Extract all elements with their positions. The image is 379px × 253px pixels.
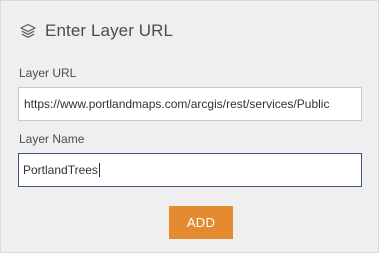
layers-icon bbox=[19, 22, 37, 40]
layer-name-label: Layer Name bbox=[19, 132, 85, 146]
add-layer-panel: Enter Layer URL Layer URL https://www.po… bbox=[0, 0, 379, 253]
add-button[interactable]: ADD bbox=[169, 206, 233, 239]
panel-title: Enter Layer URL bbox=[45, 21, 174, 40]
layer-url-input[interactable]: https://www.portlandmaps.com/arcgis/rest… bbox=[18, 87, 362, 121]
layer-url-label: Layer URL bbox=[19, 66, 77, 80]
layer-name-value: PortlandTrees bbox=[23, 163, 98, 177]
layer-name-input[interactable]: PortlandTrees bbox=[18, 153, 362, 187]
text-cursor bbox=[98, 163, 100, 177]
panel-header: Enter Layer URL bbox=[19, 18, 173, 44]
layer-url-value: https://www.portlandmaps.com/arcgis/rest… bbox=[24, 97, 330, 111]
